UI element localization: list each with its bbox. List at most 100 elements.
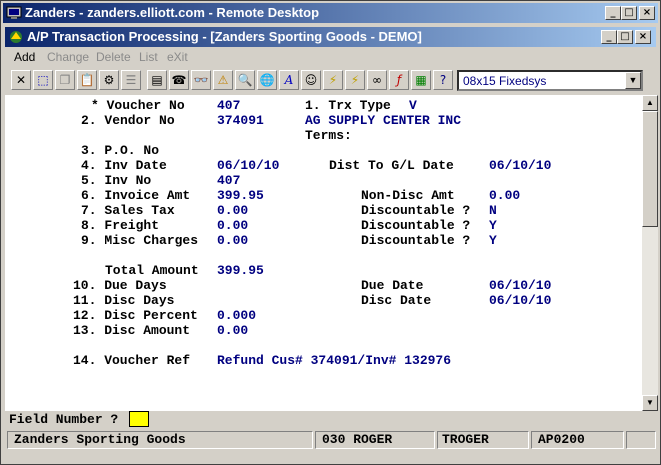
invoice-amt-label: 6. Invoice Amt [81,188,191,203]
due-date-value: 06/10/10 [489,278,552,293]
po-label: 3. P.O. No [81,143,160,158]
vertical-scrollbar[interactable]: ▲ ▼ [642,95,658,411]
magnifier-icon[interactable]: 🔍 [235,70,255,90]
discountable-tax-value: N [489,203,497,218]
voucher-value: 407 [217,98,241,113]
sales-tax-label: 7. Sales Tax [81,203,175,218]
alert-icon[interactable]: ⚠ [213,70,233,90]
menu-add[interactable]: Add [14,50,35,64]
terminal-screen: * Voucher No 407 1. Trx Type V 2. Vendor… [5,95,642,411]
menu-change[interactable]: Change [47,50,89,64]
discountable-misc-value: Y [489,233,497,248]
app-restore-icon[interactable]: □ [617,30,633,44]
scroll-up-icon[interactable]: ▲ [642,95,658,111]
select-icon[interactable]: ⬚ [33,70,53,90]
status-company: Zanders Sporting Goods [7,431,313,449]
user-icon[interactable]: ☺ [301,70,321,90]
inv-no-value: 407 [217,173,241,188]
notes-icon[interactable]: ▤ [147,70,167,90]
disc-amt-label: 13. Disc Amount [73,323,191,338]
non-disc-label: Non-Disc Amt [361,188,455,203]
globe-icon[interactable]: 🌐 [257,70,277,90]
trx-type-value: V [409,98,417,113]
invoice-amt-value: 399.95 [217,188,264,203]
discountable-misc-label: Discountable ? [361,233,471,248]
menu-exit[interactable]: eXit [167,50,188,64]
disc-days-label: 11. Disc Days [73,293,175,308]
font-select-value: 08x15 Fixedsys [463,74,547,88]
inv-no-label: 5. Inv No [81,173,152,188]
macro-icon[interactable]: ⚡ [345,70,365,90]
minimize-icon[interactable]: _ [605,6,621,20]
rd-title-bar: Zanders - zanders.elliott.com - Remote D… [3,3,658,23]
inv-date-label: 4. Inv Date [81,158,167,173]
maximize-icon[interactable]: □ [621,6,637,20]
inv-date-value: 06/10/10 [217,158,280,173]
chevron-down-icon[interactable]: ▼ [625,72,641,89]
app-icon [10,31,22,43]
field-number-input[interactable] [129,411,149,427]
rd-title: Zanders - zanders.elliott.com - Remote D… [25,5,320,20]
status-login: TROGER [437,431,529,449]
menu-bar: Add Change Delete List eXit [5,48,656,66]
function-icon[interactable]: ƒ [389,70,409,90]
app-title: A/P Transaction Processing - [Zanders Sp… [27,29,422,44]
discountable-freight-value: Y [489,218,497,233]
menu-delete[interactable]: Delete [96,50,131,64]
copy-icon[interactable]: ❐ [55,70,75,90]
disc-amt-value: 0.00 [217,323,249,338]
misc-value: 0.00 [217,233,249,248]
scroll-down-icon[interactable]: ▼ [642,395,658,411]
voucher-ref-value: Refund Cus# 374091/Inv# 132976 [217,353,452,368]
properties-icon[interactable]: ☰ [121,70,141,90]
paste-icon[interactable]: 📋 [77,70,97,90]
vendor-label: 2. Vendor No [81,113,175,128]
dist-gl-label: Dist To G/L Date [329,158,454,173]
menu-list[interactable]: List [139,50,158,64]
scroll-thumb[interactable] [642,111,658,227]
remote-desktop-window: Zanders - zanders.elliott.com - Remote D… [0,0,661,465]
non-disc-value: 0.00 [489,188,521,203]
status-bar: Zanders Sporting Goods 030 ROGER TROGER … [5,431,658,449]
status-user: 030 ROGER [315,431,435,449]
misc-label: 9. Misc Charges [81,233,199,248]
calculator-icon[interactable]: ▦ [411,70,431,90]
vendor-name: AG SUPPLY CENTER INC [305,113,462,128]
field-prompt-line: Field Number ? [5,411,658,429]
dist-gl-value: 06/10/10 [489,158,552,173]
app-minimize-icon[interactable]: _ [601,30,617,44]
disc-pct-label: 12. Disc Percent [73,308,198,323]
status-extra [626,431,656,449]
due-date-label: Due Date [361,278,424,293]
disc-date-value: 06/10/10 [489,293,552,308]
contacts-icon[interactable]: ☎ [169,70,189,90]
disc-pct-value: 0.000 [217,308,257,323]
status-program: AP0200 [531,431,624,449]
help-pointer-icon[interactable]: ? [433,70,453,90]
sales-tax-value: 0.00 [217,203,249,218]
vendor-value: 374091 [217,113,264,128]
close-icon[interactable]: × [639,6,655,20]
binoculars-icon[interactable]: 👓 [191,70,211,90]
settings-icon[interactable]: ⚙ [99,70,119,90]
font-icon[interactable]: A [279,70,299,90]
total-label: Total Amount [105,263,199,278]
field-number-label: Field Number ? [9,412,119,427]
toolbar: ✕ ⬚ ❐ 📋 ⚙ ☰ ▤ ☎ 👓 ⚠ 🔍 🌐 A ☺ ⚡ ⚡ ∞ ƒ ▦ ? … [5,68,656,94]
app-close-icon[interactable]: × [635,30,651,44]
lightning-icon[interactable]: ⚡ [323,70,343,90]
trx-type-label: 1. Trx Type [305,98,391,113]
discountable-tax-label: Discountable ? [361,203,471,218]
due-days-label: 10. Due Days [73,278,167,293]
disc-date-label: Disc Date [361,293,432,308]
voucher-ref-label: 14. Voucher Ref [73,353,191,368]
freight-value: 0.00 [217,218,249,233]
cancel-icon[interactable]: ✕ [11,70,31,90]
freight-label: 8. Freight [81,218,160,233]
app-title-bar: A/P Transaction Processing - [Zanders Sp… [5,27,656,47]
terms-label: Terms: [305,128,352,143]
discountable-freight-label: Discountable ? [361,218,471,233]
link-icon[interactable]: ∞ [367,70,387,90]
total-value: 399.95 [217,263,264,278]
font-select[interactable]: 08x15 Fixedsys ▼ [457,70,643,91]
